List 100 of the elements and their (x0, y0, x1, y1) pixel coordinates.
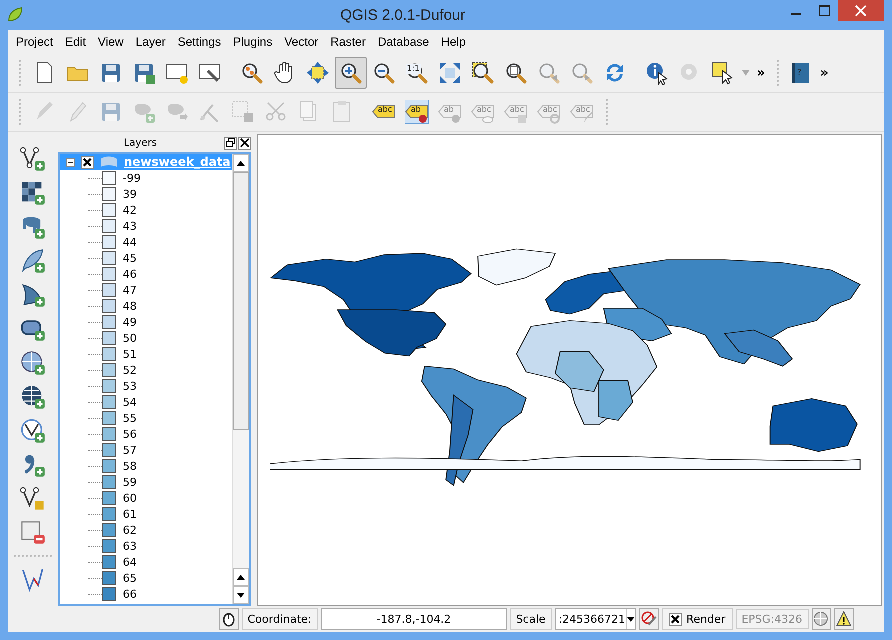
close-icon (855, 4, 867, 16)
zoom-out-icon (372, 61, 396, 85)
toolbar-overflow-button[interactable]: » (753, 66, 770, 80)
legend-label: 52 (123, 364, 137, 376)
magnifier-back-icon (537, 61, 561, 85)
legend-label: -99 (123, 172, 141, 184)
panel-title: Layers (122, 138, 158, 148)
legend-label: 60 (123, 492, 137, 504)
scale-dropdown[interactable]: :245366721 (554, 608, 636, 630)
menu-item[interactable]: Help (435, 33, 472, 51)
legend-label: 64 (123, 556, 137, 568)
menu-item[interactable]: Project (10, 33, 60, 51)
map-canvas[interactable] (257, 134, 882, 606)
menu-item[interactable]: Vector (278, 33, 325, 51)
icon-text: abc (477, 106, 492, 114)
floppy-disk-pencil-icon (132, 61, 156, 85)
legend-label: 42 (123, 204, 137, 216)
legend-label: 44 (123, 236, 137, 248)
zoom-in-button[interactable] (335, 57, 367, 89)
pin-label-button[interactable]: ab (401, 96, 433, 128)
scale-label: Scale (510, 608, 552, 630)
menu-item[interactable]: Settings (172, 33, 228, 51)
window-title: QGIS 2.0.1-Dufour (339, 6, 467, 24)
digitize-lines-icon (20, 566, 46, 592)
raster-grid-plus-icon (20, 180, 46, 206)
label-tag-pin-icon (405, 100, 429, 124)
up-arrow-icon (237, 574, 245, 580)
stop-render-button[interactable] (638, 608, 659, 630)
vector-plus-icon (20, 146, 46, 172)
legend-label: 50 (123, 332, 137, 344)
menu-item[interactable]: View (92, 33, 130, 51)
close-panel-button[interactable] (238, 136, 251, 150)
legend-label: 62 (123, 524, 137, 536)
no-brush-icon (640, 611, 657, 627)
legend-label: 49 (123, 316, 137, 328)
globe-icon (813, 611, 830, 627)
legend-label: 48 (123, 300, 137, 312)
magnifier-forward-icon (570, 61, 594, 85)
legend-label: 51 (123, 348, 137, 360)
legend-label: 43 (123, 220, 137, 232)
collapse-toggle[interactable] (66, 158, 75, 166)
legend-label: 55 (123, 412, 137, 424)
legend-label: 47 (123, 284, 137, 296)
legend-label: 53 (123, 380, 137, 392)
magnifier-dots-icon (240, 61, 264, 85)
legend-label: 39 (123, 188, 137, 200)
feather-plus-icon (20, 248, 46, 274)
icon-text: abc (576, 106, 590, 114)
legend-label: 63 (123, 540, 137, 552)
icon-text: abc (543, 106, 558, 114)
sail-plus-icon (20, 282, 46, 308)
zoom-native-button[interactable]: 1:1 (401, 57, 433, 89)
four-arrows-icon (306, 61, 330, 85)
close-button[interactable] (838, 0, 884, 21)
legend-label: 59 (123, 476, 137, 488)
icon-text: ab (411, 106, 421, 114)
icon-text: abc (510, 106, 524, 114)
square-minus-icon (20, 520, 46, 546)
messages-button[interactable] (219, 608, 239, 630)
icon-text: abc (378, 106, 392, 114)
magnifier-page-icon (504, 61, 528, 85)
layer-name: newsweek_data (124, 155, 231, 169)
float-panel-button[interactable] (224, 136, 237, 150)
icon-text: 1:1 (406, 64, 421, 74)
globe-vector-plus-icon (20, 418, 46, 444)
globe-plus-icon (20, 384, 46, 410)
layer-visibility-checkbox[interactable] (81, 156, 94, 168)
polygon-layer-icon (100, 156, 118, 168)
render-checkbox[interactable]: Render (662, 608, 733, 630)
dropdown-caret-icon (742, 70, 750, 76)
caret-icon (626, 616, 635, 622)
label-button[interactable]: abc (368, 96, 400, 128)
legend-label: 45 (123, 252, 137, 264)
coordinate-label: Coordinate: (242, 608, 318, 630)
legend-label: 56 (123, 428, 137, 440)
toolbar-overflow-button[interactable]: » (816, 66, 833, 80)
menu-item[interactable]: Edit (59, 33, 92, 51)
legend-label: 66 (123, 588, 137, 600)
scrollbar[interactable] (232, 154, 249, 604)
warning-button[interactable] (834, 608, 854, 630)
magnifier-selection-icon (471, 61, 495, 85)
down-arrow-icon (237, 592, 245, 598)
legend-label: 57 (123, 444, 137, 456)
coordinate-field[interactable]: -187.8,-104.2 (320, 608, 508, 630)
menu-item[interactable]: Raster (324, 33, 372, 51)
warning-icon (836, 611, 852, 627)
menu-item[interactable]: Layer (130, 33, 172, 51)
menu-item[interactable]: Database (372, 33, 436, 51)
menu-item[interactable]: Plugins (227, 33, 279, 51)
select-pointer-icon (711, 61, 735, 85)
icon-text: ? (797, 69, 802, 77)
up-arrow-icon (237, 160, 245, 166)
icon-text: ab (444, 106, 454, 114)
legend-label: 65 (123, 572, 137, 584)
expand-arrows-icon (438, 61, 462, 85)
legend-label: 54 (123, 396, 137, 408)
crs-status-button[interactable] (812, 608, 832, 630)
zoom-in-icon (339, 61, 363, 85)
leaf-logo-icon (6, 6, 24, 24)
cross-mark-icon (670, 614, 680, 624)
